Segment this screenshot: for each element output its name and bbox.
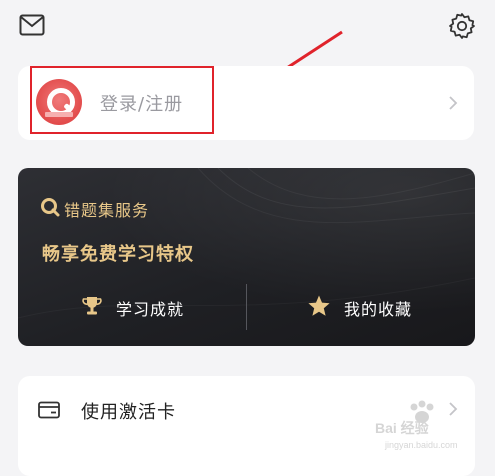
service-title: 错题集服务	[64, 201, 150, 220]
learning-achievement-button[interactable]: 学习成就	[116, 296, 184, 320]
mail-icon[interactable]	[19, 14, 45, 36]
watermark-brand: Bai 经验	[375, 420, 429, 436]
my-favorites-button[interactable]: 我的收藏	[344, 296, 412, 320]
wrong-question-service-card[interactable]: 错题集服务 畅享免费学习特权 学习成就 我的收藏	[18, 168, 475, 346]
free-privilege-text[interactable]: 畅享免费学习特权	[42, 240, 194, 266]
watermark-url: jingyan.baidu.com	[385, 440, 458, 450]
baidu-jingyan-watermark: Bai 经验 jingyan.baidu.com	[355, 400, 485, 460]
chevron-right-icon	[449, 96, 458, 110]
trophy-icon	[82, 297, 102, 315]
star-icon	[308, 295, 330, 316]
divider	[246, 284, 247, 330]
gear-icon[interactable]	[448, 12, 476, 40]
annotation-highlight-box	[30, 66, 214, 134]
card-icon	[38, 401, 60, 419]
service-logo-icon	[41, 198, 60, 217]
use-activation-card-label[interactable]: 使用激活卡	[81, 398, 176, 424]
